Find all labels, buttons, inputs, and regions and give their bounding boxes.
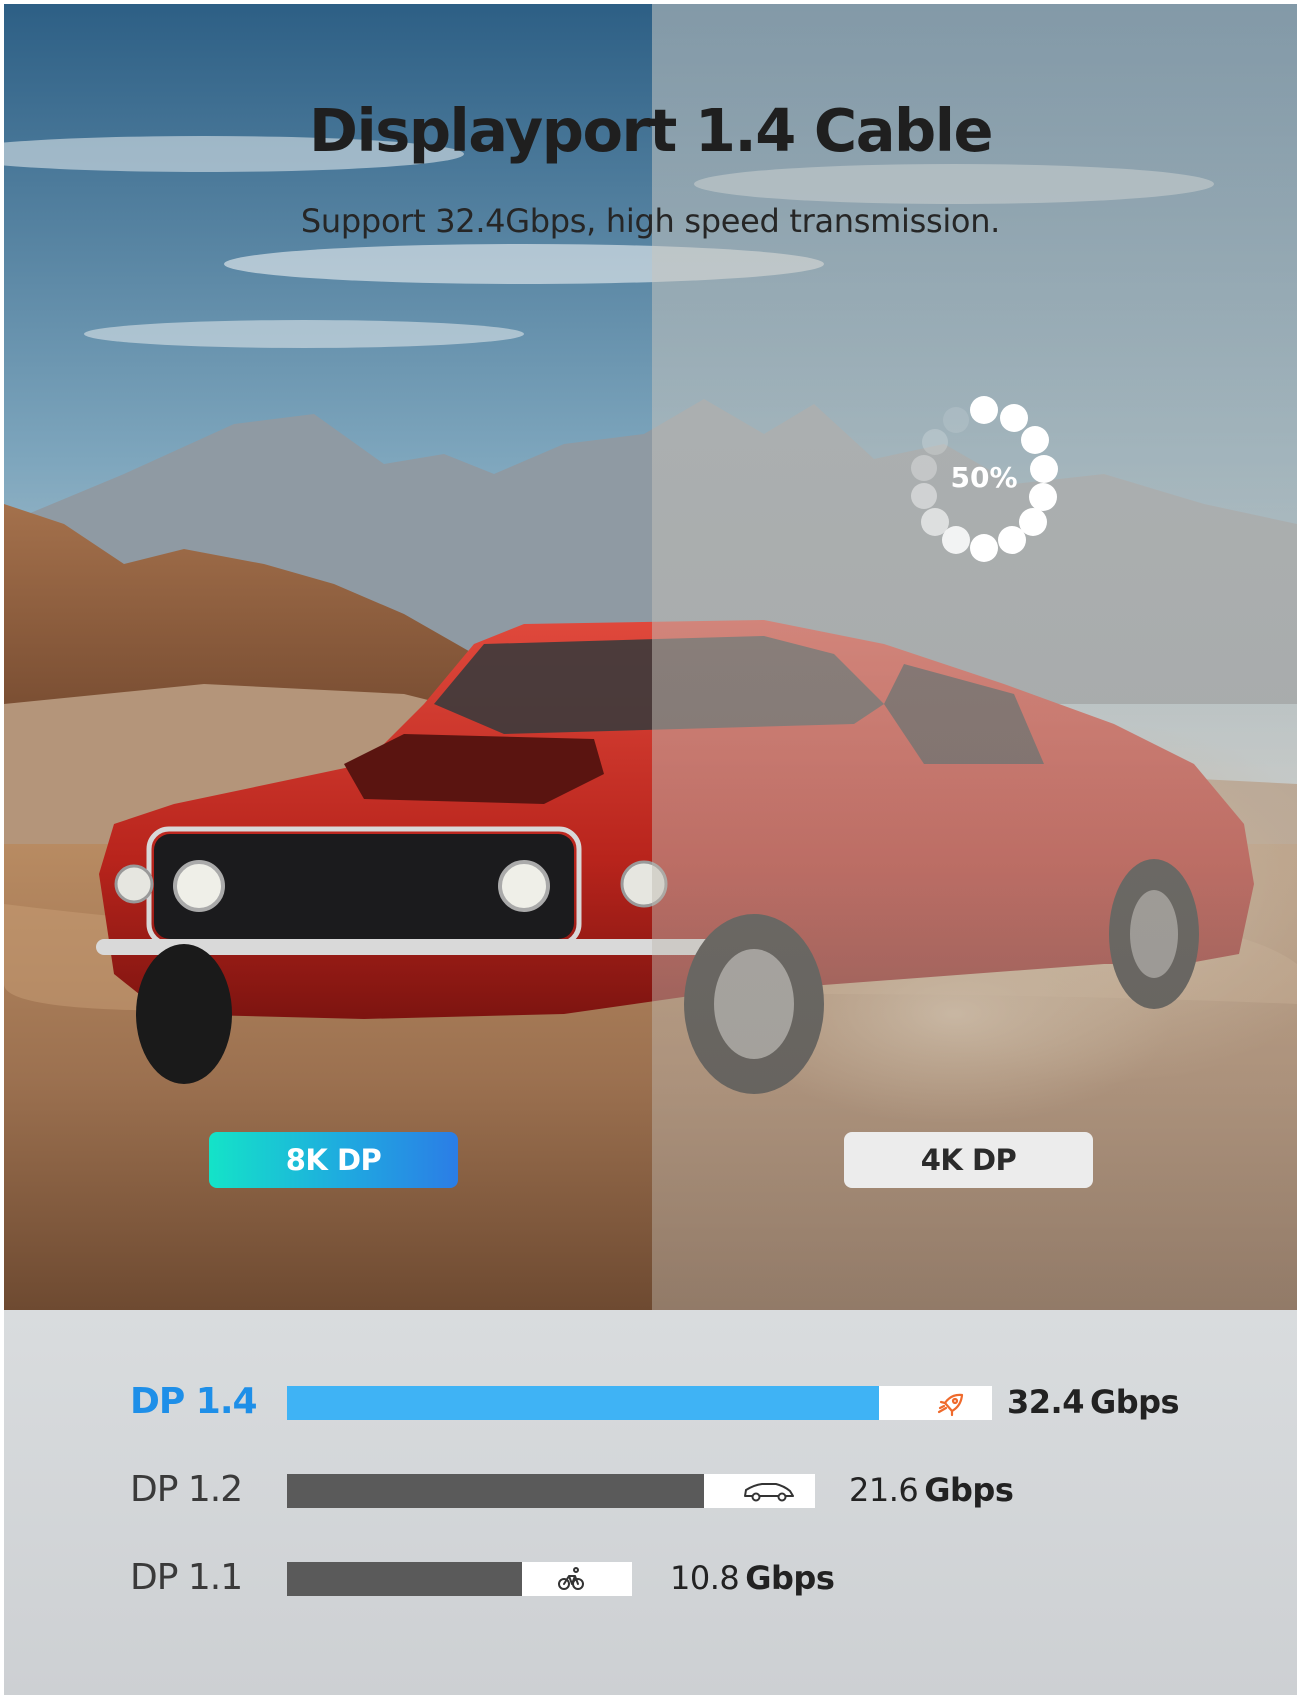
speed-value: 10.8 Gbps bbox=[670, 1559, 835, 1597]
hero-scene: Displayport 1.4 Cable Support 32.4Gbps, … bbox=[4, 4, 1297, 1310]
comparison-row-dp11: DP 1.1 10.8 Gbps bbox=[4, 1558, 1297, 1598]
row-label: DP 1.4 bbox=[130, 1381, 258, 1422]
car-scene-image bbox=[4, 4, 1297, 1310]
badge-4k-dp: 4K DP bbox=[844, 1132, 1093, 1188]
speed-comparison: DP 1.4 32.4 Gbps DP 1.2 21.6 Gbps DP 1.1… bbox=[4, 1310, 1297, 1695]
speed-bar bbox=[287, 1386, 992, 1420]
loading-percent: 50% bbox=[950, 461, 1018, 494]
speed-bar-fill bbox=[287, 1386, 880, 1420]
speed-value: 21.6 Gbps bbox=[849, 1471, 1014, 1509]
hero-subtitle: Support 32.4Gbps, high speed transmissio… bbox=[300, 202, 1001, 240]
badge-8k-dp: 8K DP bbox=[209, 1132, 458, 1188]
hero-title: Displayport 1.4 Cable bbox=[309, 96, 993, 165]
speed-bar bbox=[287, 1562, 632, 1596]
speed-value: 32.4 Gbps bbox=[1007, 1383, 1180, 1421]
bicycle-icon bbox=[558, 1567, 584, 1590]
speed-bar-fill bbox=[287, 1562, 522, 1596]
row-label: DP 1.1 bbox=[130, 1557, 243, 1598]
car-icon bbox=[744, 1483, 794, 1502]
loading-indicator: 50% bbox=[904, 390, 1064, 568]
row-label: DP 1.2 bbox=[130, 1469, 243, 1510]
comparison-row-dp12: DP 1.2 21.6 Gbps bbox=[4, 1470, 1297, 1510]
speed-bar-fill bbox=[287, 1474, 705, 1508]
product-banner: Displayport 1.4 Cable Support 32.4Gbps, … bbox=[0, 0, 1301, 1699]
rocket-icon bbox=[937, 1393, 964, 1417]
speed-bar bbox=[287, 1474, 815, 1508]
comparison-row-dp14: DP 1.4 32.4 Gbps bbox=[4, 1382, 1297, 1422]
